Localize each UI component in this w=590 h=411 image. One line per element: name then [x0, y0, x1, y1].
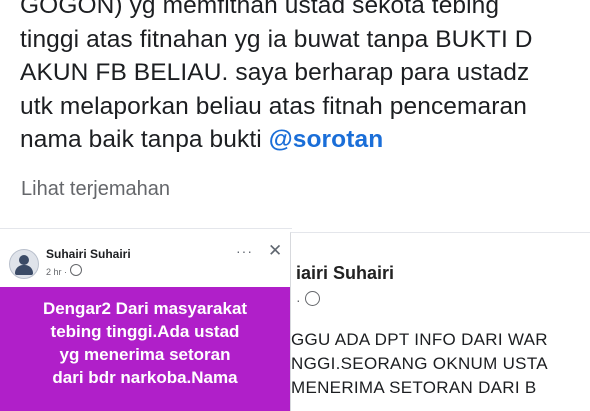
post-line: NGGI.SEORANG OKNUM USTA: [291, 354, 548, 373]
more-options-icon: ···: [236, 243, 253, 259]
post-line-last: nama baik tanpa bukti @sorotan: [20, 123, 590, 157]
globe-icon: [69, 264, 82, 276]
avatar: [9, 249, 39, 279]
post-line-text: nama baik tanpa bukti: [20, 126, 269, 153]
purple-text-line: yg menerima setoran: [59, 345, 231, 364]
post-line: utk melaporkan beliau atas fitnah pencem…: [20, 92, 527, 120]
post-line: MENERIMA SETORAN DARI B: [291, 378, 537, 397]
post-meta: 2 hr ·: [46, 264, 82, 277]
post-line: GGU ADA DPT INFO DARI WAR: [291, 330, 548, 349]
embedded-post-screenshot-right: iairi Suhairi · GGU ADA DPT INFO DARI WA…: [290, 232, 590, 411]
globe-icon: [304, 291, 320, 306]
close-icon: ✕: [268, 241, 283, 260]
author-name: Suhairi Suhairi: [46, 247, 131, 261]
post-line: AKUN FB BELIAU. saya berharap para ustad…: [20, 59, 530, 86]
post-body-text: GGU ADA DPT INFO DARI WAR NGGI.SEORANG O…: [291, 328, 548, 400]
post-line: GOGON) yg memfitnah ustad sekota tebing: [20, 0, 500, 19]
post-meta: ·: [296, 291, 320, 308]
purple-text-post: Dengar2 Dari masyarakat tebing tinggi.Ad…: [0, 287, 290, 411]
post-text: GOGON) yg memfitnah ustad sekota tebing …: [20, 0, 590, 157]
purple-text-line: tebing tinggi.Ada ustad: [50, 322, 240, 341]
purple-text-line: dari bdr narkoba.Nama: [52, 368, 238, 387]
purple-text-line: Dengar2 Dari masyarakat: [42, 299, 248, 318]
post-line: tinggi atas fitnahan yg ia buwat tanpa B…: [20, 25, 533, 53]
mention-link[interactable]: @sorotan: [269, 126, 384, 153]
see-translation-link[interactable]: Lihat terjemahan: [21, 178, 170, 201]
author-name: iairi Suhairi: [296, 263, 395, 283]
embedded-post-screenshot-left: Suhairi Suhairi 2 hr · ··· ✕ Dengar2 Dar…: [0, 228, 292, 411]
